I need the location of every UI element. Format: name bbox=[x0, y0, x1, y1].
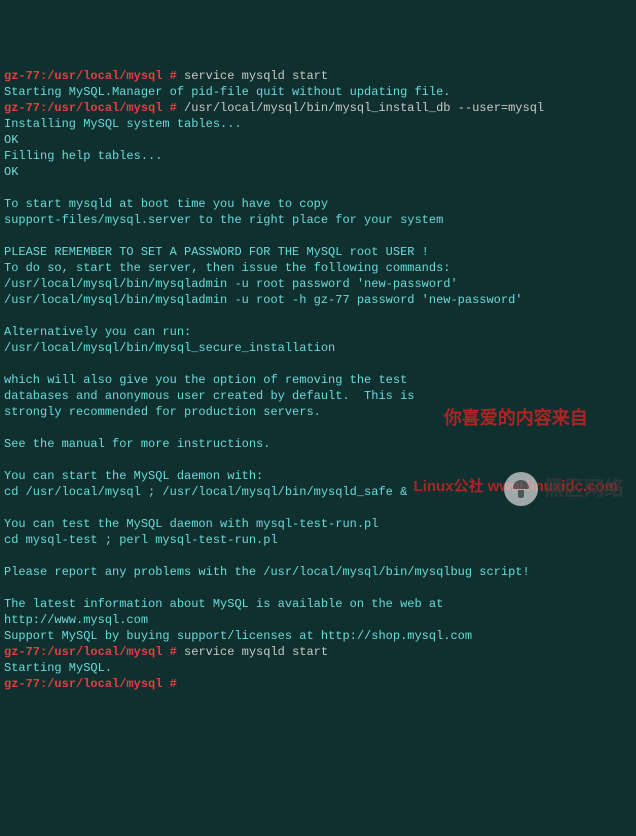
output-line: PLEASE REMEMBER TO SET A PASSWORD FOR TH… bbox=[4, 245, 429, 259]
command-text: service mysqld start bbox=[184, 69, 328, 83]
output-line: You can start the MySQL daemon with: bbox=[4, 469, 263, 483]
output-line: OK bbox=[4, 133, 18, 147]
output-line: /usr/local/mysql/bin/mysqladmin -u root … bbox=[4, 277, 458, 291]
output-line: Alternatively you can run: bbox=[4, 325, 191, 339]
command-text: /usr/local/mysql/bin/mysql_install_db --… bbox=[184, 101, 544, 115]
output-line: /usr/local/mysql/bin/mysql_secure_instal… bbox=[4, 341, 335, 355]
output-line: See the manual for more instructions. bbox=[4, 437, 270, 451]
output-line: support-files/mysql.server to the right … bbox=[4, 213, 443, 227]
output-line: Starting MySQL. bbox=[4, 661, 112, 675]
output-line: which will also give you the option of r… bbox=[4, 373, 407, 387]
output-line: cd mysql-test ; perl mysql-test-run.pl bbox=[4, 533, 278, 547]
output-line: strongly recommended for production serv… bbox=[4, 405, 321, 419]
output-line: cd /usr/local/mysql ; /usr/local/mysql/b… bbox=[4, 485, 407, 499]
output-line: To do so, start the server, then issue t… bbox=[4, 261, 450, 275]
output-line: http://www.mysql.com bbox=[4, 613, 148, 627]
shell-prompt: gz-77:/usr/local/mysql # bbox=[4, 69, 177, 83]
output-line: Starting MySQL.Manager of pid-file quit … bbox=[4, 85, 450, 99]
shell-prompt: gz-77:/usr/local/mysql # bbox=[4, 645, 177, 659]
output-line: The latest information about MySQL is av… bbox=[4, 597, 443, 611]
output-line: You can test the MySQL daemon with mysql… bbox=[4, 517, 378, 531]
output-line: /usr/local/mysql/bin/mysqladmin -u root … bbox=[4, 293, 522, 307]
shell-prompt[interactable]: gz-77:/usr/local/mysql # bbox=[4, 677, 177, 691]
output-line: OK bbox=[4, 165, 18, 179]
output-line: Please report any problems with the /usr… bbox=[4, 565, 530, 579]
shell-prompt: gz-77:/usr/local/mysql # bbox=[4, 101, 177, 115]
output-line: Support MySQL by buying support/licenses… bbox=[4, 629, 472, 643]
output-line: To start mysqld at boot time you have to… bbox=[4, 197, 328, 211]
command-text: service mysqld start bbox=[184, 645, 328, 659]
output-line: databases and anonymous user created by … bbox=[4, 389, 414, 403]
terminal-output: gz-77:/usr/local/mysql # service mysqld … bbox=[4, 68, 632, 692]
output-line: Filling help tables... bbox=[4, 149, 162, 163]
output-line: Installing MySQL system tables... bbox=[4, 117, 242, 131]
